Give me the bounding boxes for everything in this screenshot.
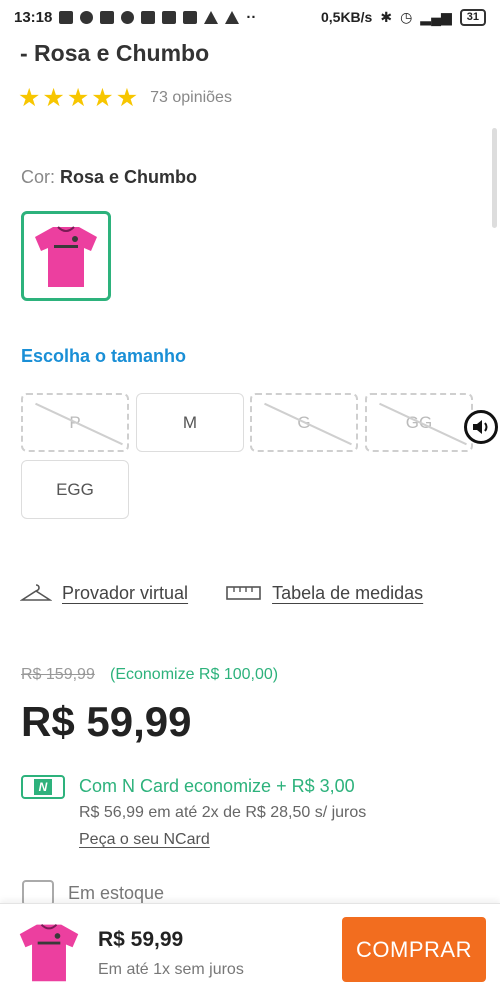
size-chart-label[interactable]: Tabela de medidas [272,583,423,604]
mic-off-icon [121,10,135,24]
bottom-installments: Em até 1x sem juros [98,961,244,978]
youtube-icon [141,10,156,24]
size-label: EGG [56,479,94,499]
hanger-icon [20,584,52,601]
star-icon: ★ [115,84,139,112]
color-selection: Cor: Rosa e Chumbo [21,167,197,188]
star-icon: ★ [18,84,41,112]
bottom-purchase-bar: R$ 59,99 Em até 1x sem juros COMPRAR [0,903,500,1000]
ncard-offer: Com N Card economize + R$ 3,00 [79,776,355,796]
alarm-icon: ◷ [400,8,413,25]
product-title: - Rosa e Chumbo [20,40,210,66]
bottom-price: R$ 59,99 [98,928,184,951]
review-count[interactable]: 73 opiniões [150,89,232,107]
bell-off-icon [225,10,240,24]
volume-icon [204,10,219,24]
ncard-request-link[interactable]: Peça o seu NCard [79,831,210,849]
battery-indicator: 31 [459,8,486,26]
network-speed: 0,5KB/s [320,9,373,25]
size-option-p[interactable]: P [21,393,129,452]
shirt-image [19,923,79,982]
size-option-g[interactable]: G [250,393,358,452]
status-bar: 13:18 ·· 0,5KB/s ✱ ◷ ▂▄▆ 31 [0,0,500,34]
ruler-icon [226,586,261,600]
signal-icon: ▂▄▆ [420,8,452,25]
size-option-egg[interactable]: EGG [21,460,129,519]
more-icon: ·· [246,8,257,26]
color-swatch-rosa-chumbo[interactable] [21,211,111,301]
size-label: G [297,412,311,432]
virtual-fitting-link[interactable]: Provador virtual [20,582,188,604]
size-label: M [182,412,198,432]
color-value: Rosa e Chumbo [60,167,198,187]
facebook-icon [100,10,115,24]
ncard-logo-icon: N [21,775,65,799]
buy-button[interactable]: COMPRAR [342,917,486,982]
size-option-gg[interactable]: GG [365,393,473,452]
savings-text: (Economize R$ 100,00) [110,666,279,683]
shield-icon [80,10,94,24]
size-label: P [69,412,81,432]
product-thumbnail [15,918,83,986]
ncard-logo-text: N [33,779,53,795]
shirt-image [35,226,97,287]
star-icon: ★ [66,84,90,112]
star-icon: ★ [42,84,65,112]
page-scrollbar[interactable] [492,128,497,228]
product-links: Provador virtual Tabela de medidas [20,582,423,604]
product-rating[interactable]: ★ ★ ★ ★ ★ 73 opiniões [18,85,232,111]
color-label: Cor: [21,167,56,187]
youtube-icon [183,10,198,24]
size-label: GG [405,412,433,432]
tiktok-icon [59,10,74,24]
size-heading: Escolha o tamanho [21,346,187,366]
bluetooth-icon: ✱ [380,8,393,25]
size-option-m[interactable]: M [136,393,244,452]
virtual-fitting-label[interactable]: Provador virtual [62,583,188,604]
old-price: R$ 159,99 [21,666,95,683]
youtube-icon [162,10,177,24]
star-icon: ★ [91,84,114,112]
ncard-installments: R$ 56,99 em até 2x de R$ 28,50 s/ juros [79,804,367,821]
speaker-icon[interactable] [464,410,498,444]
current-price: R$ 59,99 [21,698,192,745]
clock: 13:18 [14,8,53,26]
stock-label: Em estoque [68,882,165,903]
size-chart-link[interactable]: Tabela de medidas [226,583,423,604]
